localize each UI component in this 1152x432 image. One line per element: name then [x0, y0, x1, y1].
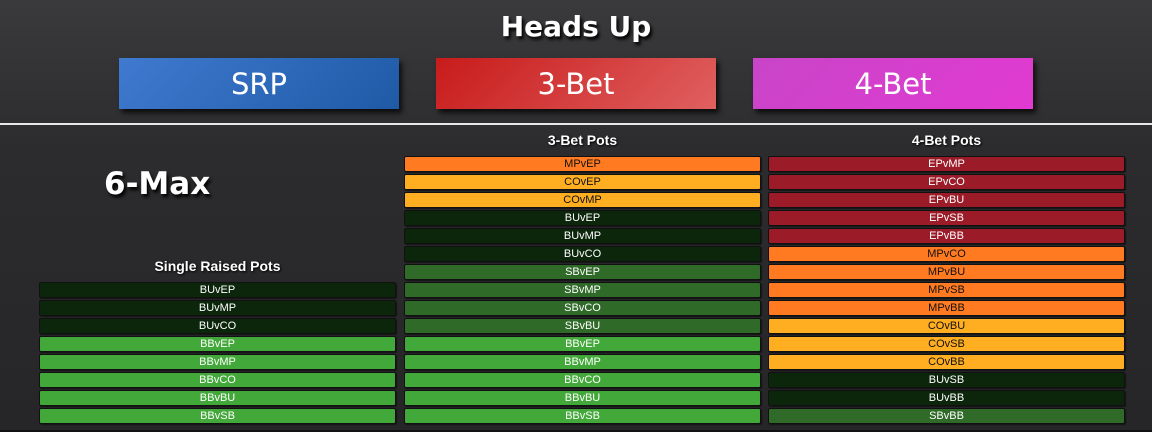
srp-spot-list: BUvEP BUvMP BUvCO BBvEP BBvMP BBvCO BBvBU BBvSB: [39, 282, 396, 426]
spot-button[interactable]: BBvBU: [39, 390, 396, 406]
spot-button[interactable]: EPvMP: [768, 156, 1125, 172]
spot-button[interactable]: BBvEP: [404, 336, 761, 352]
spot-button[interactable]: SBvMP: [404, 282, 761, 298]
spot-button[interactable]: BUvMP: [39, 300, 396, 316]
format-label: 6-Max: [104, 166, 211, 202]
spot-button[interactable]: COvBU: [768, 318, 1125, 334]
spot-button[interactable]: SBvCO: [404, 300, 761, 316]
spot-button[interactable]: BBvEP: [39, 336, 396, 352]
three-bet-column-title: 3-Bet Pots: [547, 132, 618, 148]
spot-button[interactable]: COvBB: [768, 354, 1125, 370]
spot-button[interactable]: MPvEP: [404, 156, 761, 172]
spot-button[interactable]: MPvBB: [768, 300, 1125, 316]
spot-button[interactable]: BUvBB: [768, 390, 1125, 406]
spot-button[interactable]: BBvSB: [39, 408, 396, 424]
spot-button[interactable]: BUvEP: [39, 282, 396, 298]
spot-button[interactable]: MPvSB: [768, 282, 1125, 298]
spot-button[interactable]: MPvBU: [768, 264, 1125, 280]
spot-button[interactable]: BUvSB: [768, 372, 1125, 388]
spot-button[interactable]: EPvSB: [768, 210, 1125, 226]
page-title: Heads Up: [500, 10, 652, 43]
spot-button[interactable]: COvSB: [768, 336, 1125, 352]
spot-button[interactable]: COvMP: [404, 192, 761, 208]
spot-button[interactable]: BBvCO: [39, 372, 396, 388]
spot-button[interactable]: EPvBU: [768, 192, 1125, 208]
spot-button[interactable]: BUvCO: [39, 318, 396, 334]
four-bet-button[interactable]: 4-Bet: [753, 58, 1033, 109]
srp-button[interactable]: SRP: [119, 58, 399, 109]
spot-button[interactable]: BUvMP: [404, 228, 761, 244]
three-bet-spot-list: MPvEP COvEP COvMP BUvEP BUvMP BUvCO SBvEP SBvMP…: [404, 156, 761, 426]
spot-button[interactable]: EPvCO: [768, 174, 1125, 190]
spot-button[interactable]: SBvBU: [404, 318, 761, 334]
spot-button[interactable]: SBvEP: [404, 264, 761, 280]
spot-button[interactable]: BUvEP: [404, 210, 761, 226]
spot-button[interactable]: BUvCO: [404, 246, 761, 262]
spot-button[interactable]: BBvMP: [39, 354, 396, 370]
section-divider: [0, 123, 1152, 125]
spot-button[interactable]: BBvCO: [404, 372, 761, 388]
spot-button[interactable]: BBvBU: [404, 390, 761, 406]
srp-column-title: Single Raised Pots: [154, 258, 281, 274]
four-bet-spot-list: EPvMP EPvCO EPvBU EPvSB EPvBB MPvCO MPvBU MPvSB…: [768, 156, 1125, 426]
spot-button[interactable]: BBvMP: [404, 354, 761, 370]
spot-button[interactable]: MPvCO: [768, 246, 1125, 262]
four-bet-column-title: 4-Bet Pots: [911, 132, 982, 148]
three-bet-button[interactable]: 3-Bet: [436, 58, 716, 109]
spot-button[interactable]: BBvSB: [404, 408, 761, 424]
spot-button[interactable]: SBvBB: [768, 408, 1125, 424]
spot-button[interactable]: EPvBB: [768, 228, 1125, 244]
spot-button[interactable]: COvEP: [404, 174, 761, 190]
